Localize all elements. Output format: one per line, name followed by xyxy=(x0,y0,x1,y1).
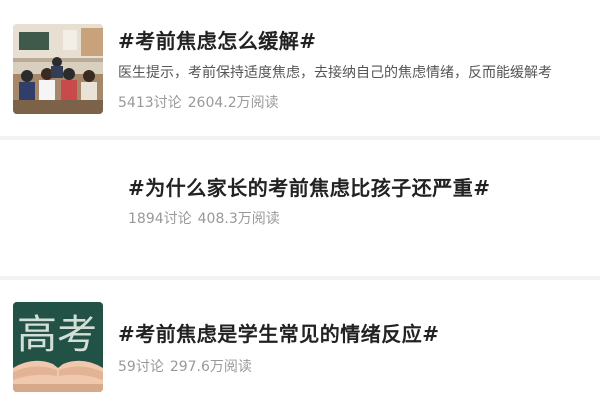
topic-stats: 1894讨论 408.3万阅读 xyxy=(128,208,280,228)
topic-thumbnail[interactable] xyxy=(13,24,103,114)
chalkboard-image: 高考 xyxy=(13,302,103,392)
topic-item[interactable]: #为什么家长的考前焦虑比孩子还严重# 1894讨论 408.3万阅读 xyxy=(0,140,600,276)
topic-list: #考前焦虑怎么缓解# 医生提示，考前保持适度焦虑，去接纳自己的焦虑情绪，反而能缓… xyxy=(0,0,600,404)
discussion-count: 5413讨论 xyxy=(118,95,182,111)
discussion-count: 1894讨论 xyxy=(128,211,192,227)
topic-stats: 59讨论 297.6万阅读 xyxy=(118,356,252,376)
read-count: 408.3万阅读 xyxy=(197,211,280,227)
classroom-image xyxy=(13,24,103,114)
topic-title[interactable]: #为什么家长的考前焦虑比孩子还严重# xyxy=(128,172,491,201)
topic-stats: 5413讨论 2604.2万阅读 xyxy=(118,92,279,112)
chalk-text: 高考 xyxy=(17,312,97,358)
read-count: 2604.2万阅读 xyxy=(187,95,279,111)
topic-description: 医生提示，考前保持适度焦虑，去接纳自己的焦虑情绪，反而能缓解考 xyxy=(118,65,552,81)
discussion-count: 59讨论 xyxy=(118,359,164,375)
topic-title[interactable]: #考前焦虑是学生常见的情绪反应# xyxy=(118,318,440,347)
topic-title[interactable]: #考前焦虑怎么缓解# xyxy=(118,25,317,54)
topic-item[interactable]: #考前焦虑怎么缓解# 医生提示，考前保持适度焦虑，去接纳自己的焦虑情绪，反而能缓… xyxy=(0,0,600,136)
topic-thumbnail[interactable]: 高考 xyxy=(13,302,103,392)
read-count: 297.6万阅读 xyxy=(169,359,252,375)
topic-item[interactable]: 高考 #考前焦虑是学生常见的情绪反应# 59讨论 297.6万阅读 xyxy=(0,280,600,404)
